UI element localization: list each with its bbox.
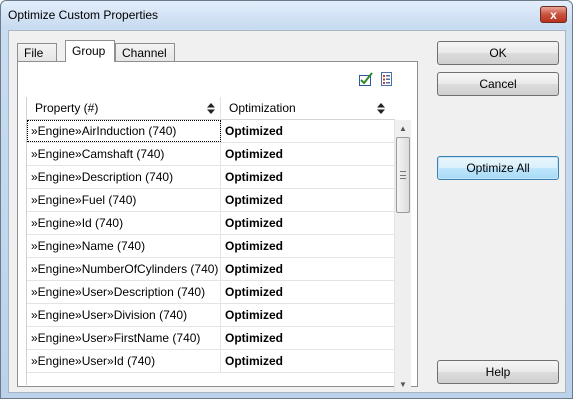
scrollbar-thumb[interactable] [396, 137, 410, 213]
properties-grid: Property (#) Optimization »Engine»AirInd… [26, 97, 410, 385]
sort-icon [377, 103, 385, 114]
property-cell[interactable]: »Engine»User»Description (740) [27, 281, 221, 303]
table-row[interactable]: »Engine»Name (740) Optimized [27, 235, 395, 258]
property-cell[interactable]: »Engine»Description (740) [27, 166, 221, 188]
ok-button[interactable]: OK [437, 41, 559, 65]
scroll-up-icon[interactable]: ▲ [395, 120, 411, 136]
optimization-cell[interactable]: Optimized [221, 189, 395, 211]
tab-file[interactable]: File [17, 43, 57, 62]
optimization-cell[interactable]: Optimized [221, 120, 395, 142]
property-cell[interactable]: »Engine»User»Division (740) [27, 304, 221, 326]
column-header-optimization-label: Optimization [229, 101, 296, 115]
vertical-scrollbar[interactable]: ▲ ▼ [394, 120, 411, 392]
table-row[interactable]: »Engine»AirInduction (740) Optimized [27, 120, 395, 143]
property-cell[interactable]: »Engine»Name (740) [27, 235, 221, 257]
table-row[interactable]: »Engine»User»Division (740) Optimized [27, 304, 395, 327]
grid-header: Property (#) Optimization [27, 97, 395, 120]
grid-rows: »Engine»AirInduction (740) Optimized »En… [27, 120, 395, 373]
optimization-cell[interactable]: Optimized [221, 327, 395, 349]
table-row[interactable]: »Engine»Fuel (740) Optimized [27, 189, 395, 212]
table-row[interactable]: »Engine»NumberOfCylinders (740) Optimize… [27, 258, 395, 281]
property-cell[interactable]: »Engine»NumberOfCylinders (740) [27, 258, 221, 280]
property-cell[interactable]: »Engine»Fuel (740) [27, 189, 221, 211]
column-header-property[interactable]: Property (#) [27, 97, 221, 120]
optimization-cell[interactable]: Optimized [221, 281, 395, 303]
table-row[interactable]: »Engine»User»Description (740) Optimized [27, 281, 395, 304]
close-button[interactable]: x [540, 6, 567, 23]
close-icon: x [550, 7, 557, 22]
dialog-client-area: File Group Channel Property (#) Optimiza… [8, 30, 566, 393]
property-cell[interactable]: »Engine»Id (740) [27, 212, 221, 234]
check-all-icon[interactable] [358, 71, 374, 87]
property-cell[interactable]: »Engine»User»Id (740) [27, 350, 221, 372]
tab-group[interactable]: Group [65, 40, 115, 62]
grip-icon [400, 171, 406, 179]
table-row[interactable]: »Engine»Camshaft (740) Optimized [27, 143, 395, 166]
optimization-cell[interactable]: Optimized [221, 304, 395, 326]
dialog-window: Optimize Custom Properties x File Group … [0, 0, 573, 399]
table-row[interactable]: »Engine»User»Id (740) Optimized [27, 350, 395, 373]
property-cell[interactable]: »Engine»Camshaft (740) [27, 143, 221, 165]
table-row[interactable]: »Engine»Id (740) Optimized [27, 212, 395, 235]
window-title: Optimize Custom Properties [8, 8, 159, 22]
table-row[interactable]: »Engine»Description (740) Optimized [27, 166, 395, 189]
optimization-cell[interactable]: Optimized [221, 212, 395, 234]
tab-channel[interactable]: Channel [115, 43, 175, 62]
optimize-all-button[interactable]: Optimize All [437, 156, 559, 180]
optimization-cell[interactable]: Optimized [221, 350, 395, 372]
properties-list-icon[interactable] [379, 71, 395, 87]
column-header-property-label: Property (#) [35, 101, 99, 115]
tab-panel-group: Property (#) Optimization »Engine»AirInd… [17, 61, 418, 392]
scroll-down-icon[interactable]: ▼ [395, 376, 411, 392]
table-row[interactable]: »Engine»User»FirstName (740) Optimized [27, 327, 395, 350]
optimization-cell[interactable]: Optimized [221, 258, 395, 280]
help-button[interactable]: Help [437, 360, 559, 384]
optimization-cell[interactable]: Optimized [221, 235, 395, 257]
sort-icon [207, 103, 215, 114]
optimization-cell[interactable]: Optimized [221, 166, 395, 188]
optimization-cell[interactable]: Optimized [221, 143, 395, 165]
cancel-button[interactable]: Cancel [437, 72, 559, 96]
property-cell[interactable]: »Engine»AirInduction (740) [27, 120, 221, 142]
property-cell[interactable]: »Engine»User»FirstName (740) [27, 327, 221, 349]
column-header-optimization[interactable]: Optimization [221, 97, 395, 120]
title-bar[interactable]: Optimize Custom Properties x [1, 1, 572, 29]
